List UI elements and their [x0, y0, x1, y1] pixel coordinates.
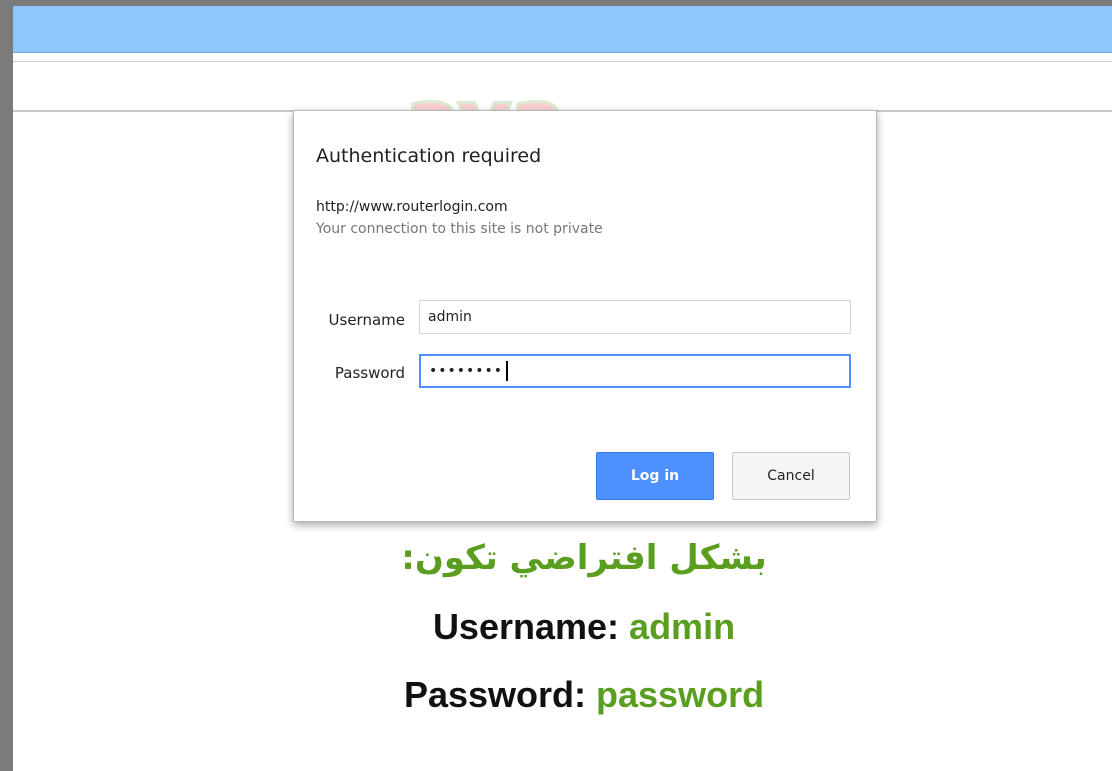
default-credentials-heading: بشكل افتراضي تكون:: [401, 538, 767, 578]
dialog-url: http://www.routerlogin.com: [316, 199, 508, 215]
dialog-privacy-warning: Your connection to this site is not priv…: [316, 221, 603, 237]
browser-page: aya .SY مزود خدمة الإنترنت Authenticatio…: [13, 6, 1112, 771]
default-username-line: Username: admin: [293, 606, 875, 648]
default-password-value: password: [596, 674, 765, 715]
username-label: Username: [328, 311, 405, 329]
default-password-key: Password:: [403, 674, 586, 715]
default-username-key: Username:: [432, 606, 620, 647]
default-password-line: Password: password: [293, 674, 875, 716]
password-label: Password: [334, 364, 405, 382]
auth-dialog: Authentication required http://www.route…: [293, 110, 877, 522]
login-button[interactable]: Log in: [596, 452, 714, 500]
cancel-button[interactable]: Cancel: [732, 452, 850, 500]
browser-titlebar: [13, 6, 1112, 53]
password-input[interactable]: [419, 354, 851, 388]
dialog-title: Authentication required: [316, 145, 542, 167]
username-input[interactable]: [419, 300, 851, 334]
default-username-value: admin: [629, 606, 736, 647]
text-caret: [506, 361, 508, 381]
toolbar-divider: [13, 61, 1112, 62]
